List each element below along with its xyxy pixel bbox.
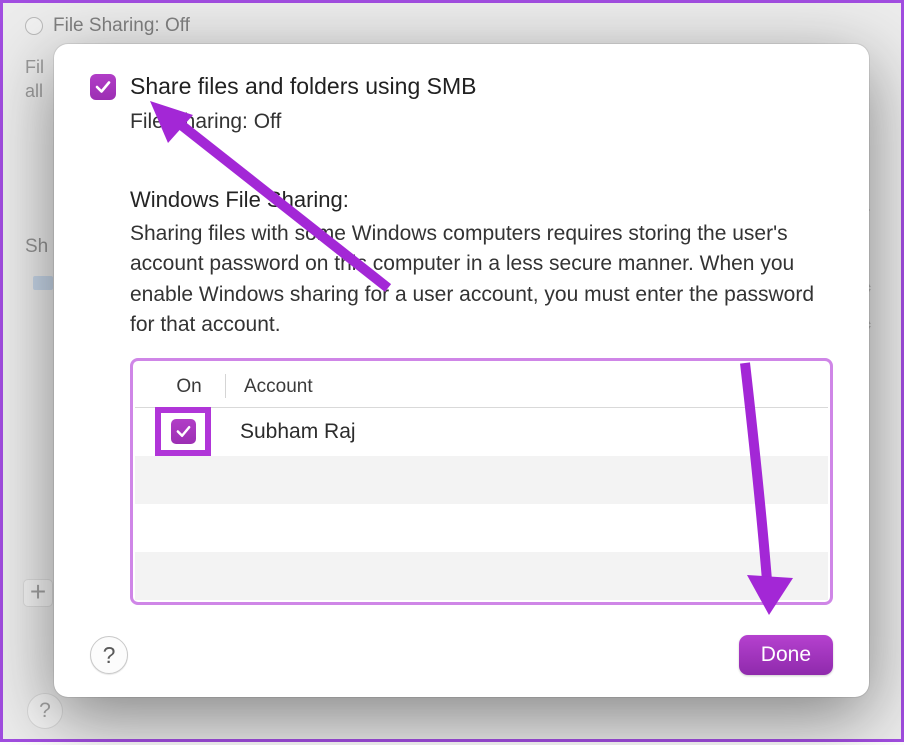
help-icon: ? bbox=[103, 642, 116, 669]
check-icon bbox=[175, 423, 192, 440]
smb-options-sheet: Share files and folders using SMB File S… bbox=[54, 44, 869, 697]
bg-file-sharing-label: File Sharing: Off bbox=[53, 15, 190, 37]
check-icon bbox=[94, 78, 112, 96]
annotation-highlight bbox=[155, 407, 211, 456]
radio-icon bbox=[25, 17, 43, 35]
smb-share-label: Share files and folders using SMB bbox=[130, 73, 476, 100]
folder-icon bbox=[33, 276, 53, 290]
table-row bbox=[135, 456, 828, 504]
table-header: On Account bbox=[135, 363, 828, 408]
bg-help-icon: ? bbox=[27, 693, 63, 729]
smb-share-checkbox[interactable] bbox=[90, 74, 116, 100]
bg-file-sharing-radio-row: File Sharing: Off bbox=[25, 15, 879, 37]
bg-add-button: + bbox=[23, 579, 53, 607]
table-row: Subham Raj bbox=[135, 408, 828, 456]
bg-sh-label: Sh bbox=[25, 236, 48, 258]
done-button[interactable]: Done bbox=[739, 635, 833, 675]
file-sharing-status: File Sharing: Off bbox=[130, 110, 833, 134]
column-header-on: On bbox=[153, 376, 225, 398]
windows-file-sharing-description: Sharing files with some Windows computer… bbox=[130, 219, 833, 341]
table-row bbox=[135, 552, 828, 600]
table-row bbox=[135, 504, 828, 552]
account-on-checkbox[interactable] bbox=[171, 419, 196, 444]
accounts-table: On Account Subham Raj bbox=[130, 358, 833, 605]
account-name: Subham Raj bbox=[228, 420, 356, 444]
column-header-account: Account bbox=[232, 376, 313, 398]
help-button[interactable]: ? bbox=[90, 636, 128, 674]
windows-file-sharing-heading: Windows File Sharing: bbox=[130, 187, 833, 213]
column-separator bbox=[225, 374, 226, 398]
